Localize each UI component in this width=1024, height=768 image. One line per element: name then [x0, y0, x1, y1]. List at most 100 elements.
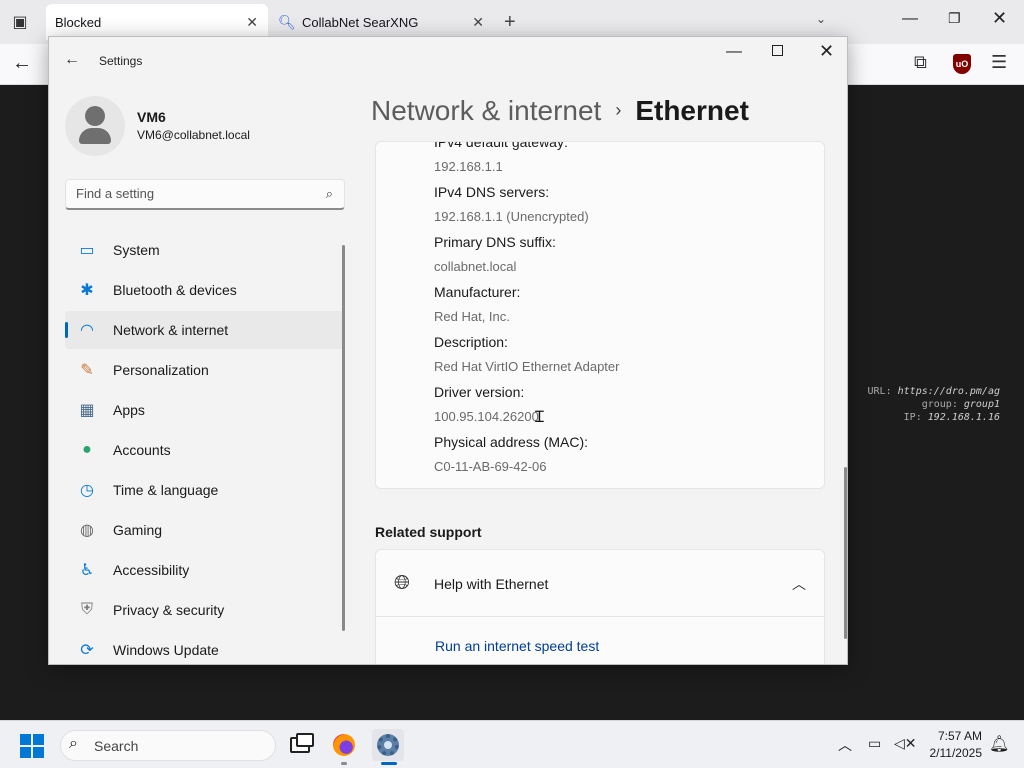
chevron-right-icon: › — [615, 100, 622, 120]
windows-logo-pane — [33, 734, 44, 745]
apps-icon: ▦ — [79, 402, 95, 419]
network-icon[interactable]: ▭ — [868, 735, 881, 752]
dns-suffix-label: Primary DNS suffix: — [434, 234, 556, 250]
mac-value: C0-11-AB-69-42-06 — [434, 459, 547, 474]
sidebar-item-gaming[interactable]: ◍ Gaming — [65, 511, 344, 549]
system-icon: ▭ — [79, 242, 95, 259]
help-with-ethernet-header[interactable]: 🌐︎ Help with Ethernet ︿ — [376, 550, 824, 617]
wifi-icon: ◠ — [80, 322, 94, 339]
find-setting-box[interactable]: ⌕ — [65, 179, 345, 210]
back-arrow-icon[interactable]: ← — [64, 51, 80, 69]
dns-value: 192.168.1.1 (Unencrypted) — [434, 209, 589, 224]
page-title: Ethernet — [635, 95, 749, 126]
shield-icon: ⛨ — [80, 601, 93, 618]
sidebar-item-label: Accessibility — [113, 562, 190, 578]
accessibility-icon: ♿ — [79, 562, 95, 579]
chevron-up-icon[interactable]: ︿ — [838, 735, 852, 755]
tab-blocked[interactable]: Blocked ✕ — [46, 4, 268, 40]
search-icon[interactable]: ⌕ — [326, 186, 333, 202]
window-title: Settings — [99, 54, 143, 68]
avatar[interactable] — [65, 96, 125, 156]
firefox-icon — [333, 734, 355, 756]
sidebar-item-apps[interactable]: ▦ Apps — [65, 391, 344, 429]
text-cursor-icon: Ɪ — [535, 409, 544, 426]
minimize-button[interactable]: — — [902, 10, 918, 28]
globe-icon: 🌐︎ — [394, 572, 410, 594]
windows-logo-pane — [20, 734, 31, 745]
sidebar-item-accessibility[interactable]: ♿ Accessibility — [65, 551, 344, 589]
gamepad-icon: ◍ — [80, 522, 94, 539]
maximize-button[interactable] — [772, 45, 783, 56]
sidebar-item-label: Gaming — [113, 522, 163, 538]
breadcrumb-parent[interactable]: Network & internet — [371, 95, 601, 126]
search-favicon-icon: 🔍︎ — [278, 13, 296, 30]
description-value: Red Hat VirtIO Ethernet Adapter — [434, 359, 620, 374]
firefox-button[interactable] — [328, 729, 360, 761]
gear-icon — [377, 734, 399, 756]
sidebar-item-label: Bluetooth & devices — [113, 282, 237, 298]
back-arrow-icon[interactable]: ← — [12, 52, 32, 75]
active-indicator — [381, 762, 397, 765]
clock-time[interactable]: 7:57 AM — [930, 729, 982, 743]
ethernet-properties-card: IPv4 default gateway: 192.168.1.1 IPv4 D… — [375, 141, 825, 489]
related-support-heading: Related support — [375, 524, 482, 540]
gateway-label: IPv4 default gateway: — [434, 141, 568, 150]
sidebar-item-personalization[interactable]: ✎ Personalization — [65, 351, 344, 389]
bluetooth-icon: ✱ — [80, 282, 94, 299]
sidebar-item-label: Time & language — [113, 482, 219, 498]
task-view-icon — [290, 733, 314, 753]
maximize-button[interactable]: ❐ — [948, 10, 961, 27]
manufacturer-value: Red Hat, Inc. — [434, 309, 510, 324]
ublock-origin-icon[interactable]: uO — [953, 54, 971, 74]
sidebar-item-system[interactable]: ▭ System — [65, 231, 344, 269]
settings-app-button[interactable] — [372, 729, 404, 761]
new-tab-button[interactable]: + — [504, 10, 516, 34]
sidebar-item-privacy-security[interactable]: ⛨ Privacy & security — [65, 591, 344, 629]
sidebar-item-bluetooth-devices[interactable]: ✱ Bluetooth & devices — [65, 271, 344, 309]
driver-version-label: Driver version: — [434, 384, 525, 400]
task-view-button[interactable] — [284, 729, 316, 761]
content-scrollbar[interactable] — [844, 467, 847, 639]
close-tab-icon[interactable]: ✕ — [472, 14, 484, 31]
hamburger-menu-icon[interactable]: ☰ — [991, 52, 1007, 73]
help-card: 🌐︎ Help with Ethernet ︿ Run an internet … — [375, 549, 825, 664]
sidebar-item-windows-update[interactable]: ⟳ Windows Update — [65, 631, 344, 664]
chevron-down-icon[interactable]: ⌄ — [816, 12, 826, 26]
clock-date[interactable]: 2/11/2025 — [920, 746, 983, 760]
group-value: group1 — [963, 399, 1000, 410]
close-tab-icon[interactable]: ✕ — [246, 14, 258, 31]
search-icon: ⌕ — [69, 735, 78, 752]
taskbar-search[interactable]: ⌕ Search — [60, 730, 276, 761]
close-button[interactable]: ✕ — [819, 41, 834, 62]
url-label: URL: — [867, 386, 892, 397]
taskbar: ⌕ Search ︿ ▭ ◁✕ 7:57 AM 2/11/2025 🔔︎ — [0, 720, 1024, 768]
sidebar-item-time-language[interactable]: ◷ Time & language — [65, 471, 344, 509]
group-label: group: — [921, 399, 958, 410]
bell-icon[interactable]: 🔔︎ — [989, 734, 1009, 754]
running-indicator — [341, 762, 347, 765]
volume-muted-icon[interactable]: ◁✕ — [894, 735, 917, 752]
sidebar-item-accounts[interactable]: ● Accounts — [65, 431, 344, 469]
windows-logo-pane — [20, 747, 31, 758]
vm-info-overlay: URL: https://dro.pm/ag group: group1 IP:… — [868, 385, 1000, 424]
extensions-icon[interactable]: ⧉ — [914, 52, 927, 73]
windows-logo-pane — [33, 747, 44, 758]
speed-test-link[interactable]: Run an internet speed test — [435, 638, 599, 654]
manufacturer-label: Manufacturer: — [434, 284, 521, 300]
tab-overview-icon[interactable]: ▣ — [8, 10, 32, 34]
minimize-button[interactable]: — — [726, 43, 742, 61]
tab-collabnet-searxng[interactable]: 🔍︎ CollabNet SearXNG ✕ — [272, 4, 494, 40]
start-button[interactable] — [20, 734, 44, 758]
chevron-up-icon[interactable]: ︿ — [792, 574, 806, 594]
find-setting-input[interactable] — [76, 186, 306, 201]
help-title: Help with Ethernet — [434, 576, 549, 592]
settings-window: ← Settings — ✕ VM6 VM6@collabnet.local ⌕… — [48, 36, 848, 665]
sidebar-item-label: Privacy & security — [113, 602, 225, 618]
nav-scrollbar[interactable] — [342, 245, 345, 631]
settings-nav: ▭ System ✱ Bluetooth & devices ◠ Network & in… — [65, 231, 344, 664]
close-window-button[interactable]: ✕ — [992, 8, 1007, 29]
sidebar-item-network-internet[interactable]: ◠ Network & internet — [65, 311, 344, 349]
update-icon: ⟳ — [80, 642, 94, 659]
sidebar-item-label: Personalization — [113, 362, 209, 378]
brush-icon: ✎ — [80, 362, 94, 379]
